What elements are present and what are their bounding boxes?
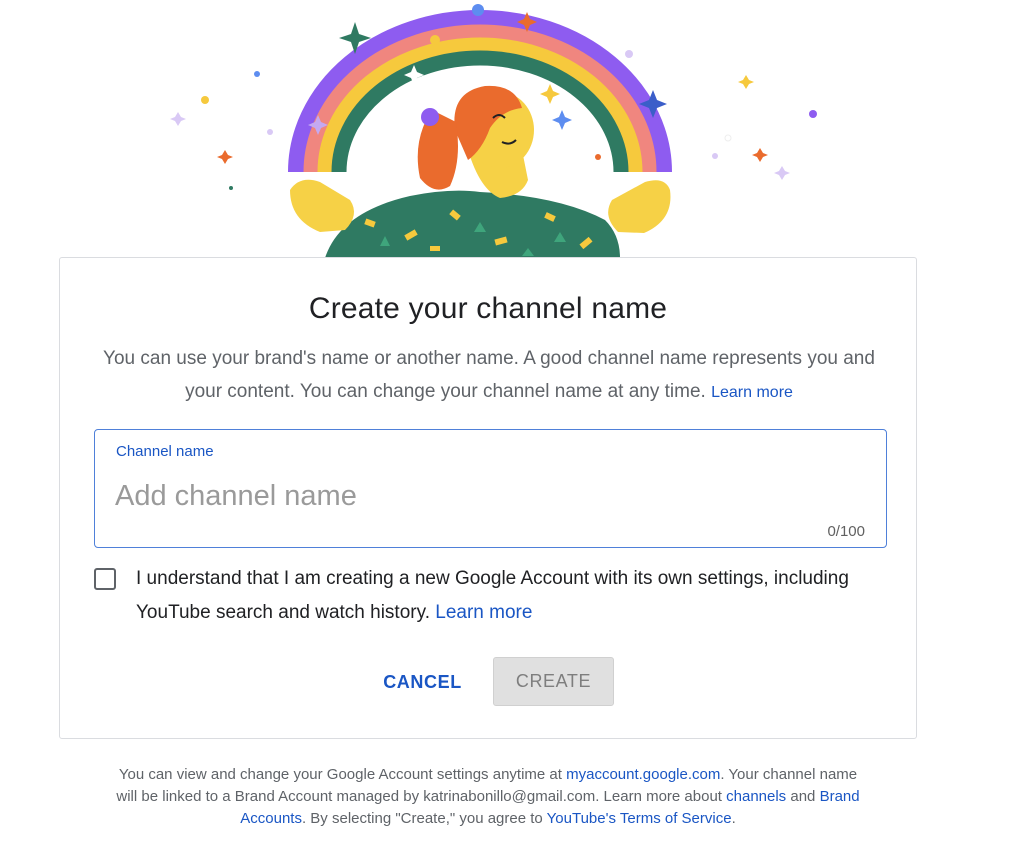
character-counter: 0/100 xyxy=(827,523,865,540)
dialog-description: You can use your brand's name or another… xyxy=(100,342,878,409)
acknowledge-learn-more-link[interactable]: Learn more xyxy=(435,602,532,623)
footer-text-3: and xyxy=(790,788,816,805)
create-button[interactable]: CREATE xyxy=(493,657,614,706)
channels-link[interactable]: channels xyxy=(726,788,786,805)
channel-name-input[interactable] xyxy=(115,476,855,516)
myaccount-link[interactable]: myaccount.google.com xyxy=(566,766,720,783)
terms-of-service-link[interactable]: YouTube's Terms of Service xyxy=(547,810,732,827)
cancel-button[interactable]: CANCEL xyxy=(370,658,475,706)
acknowledge-checkbox[interactable] xyxy=(94,568,116,590)
learn-more-link[interactable]: Learn more xyxy=(711,384,793,401)
footer-text-4: . By selecting "Create," you agree to xyxy=(301,810,543,827)
dialog-title: Create your channel name xyxy=(308,292,668,325)
footer-text-5: . xyxy=(731,810,736,827)
acknowledge-text: I understand that I am creating a new Go… xyxy=(136,562,876,630)
footer-text-1: You can view and change your Google Acco… xyxy=(118,766,562,783)
channel-name-label: Channel name xyxy=(116,443,214,460)
rainbow-illustration xyxy=(170,4,817,258)
footer-notice: You can view and change your Google Acco… xyxy=(110,764,866,830)
create-channel-dialog: Create your channel name You can use you… xyxy=(59,257,917,739)
channel-name-field[interactable]: Channel name 0/100 xyxy=(94,429,887,548)
